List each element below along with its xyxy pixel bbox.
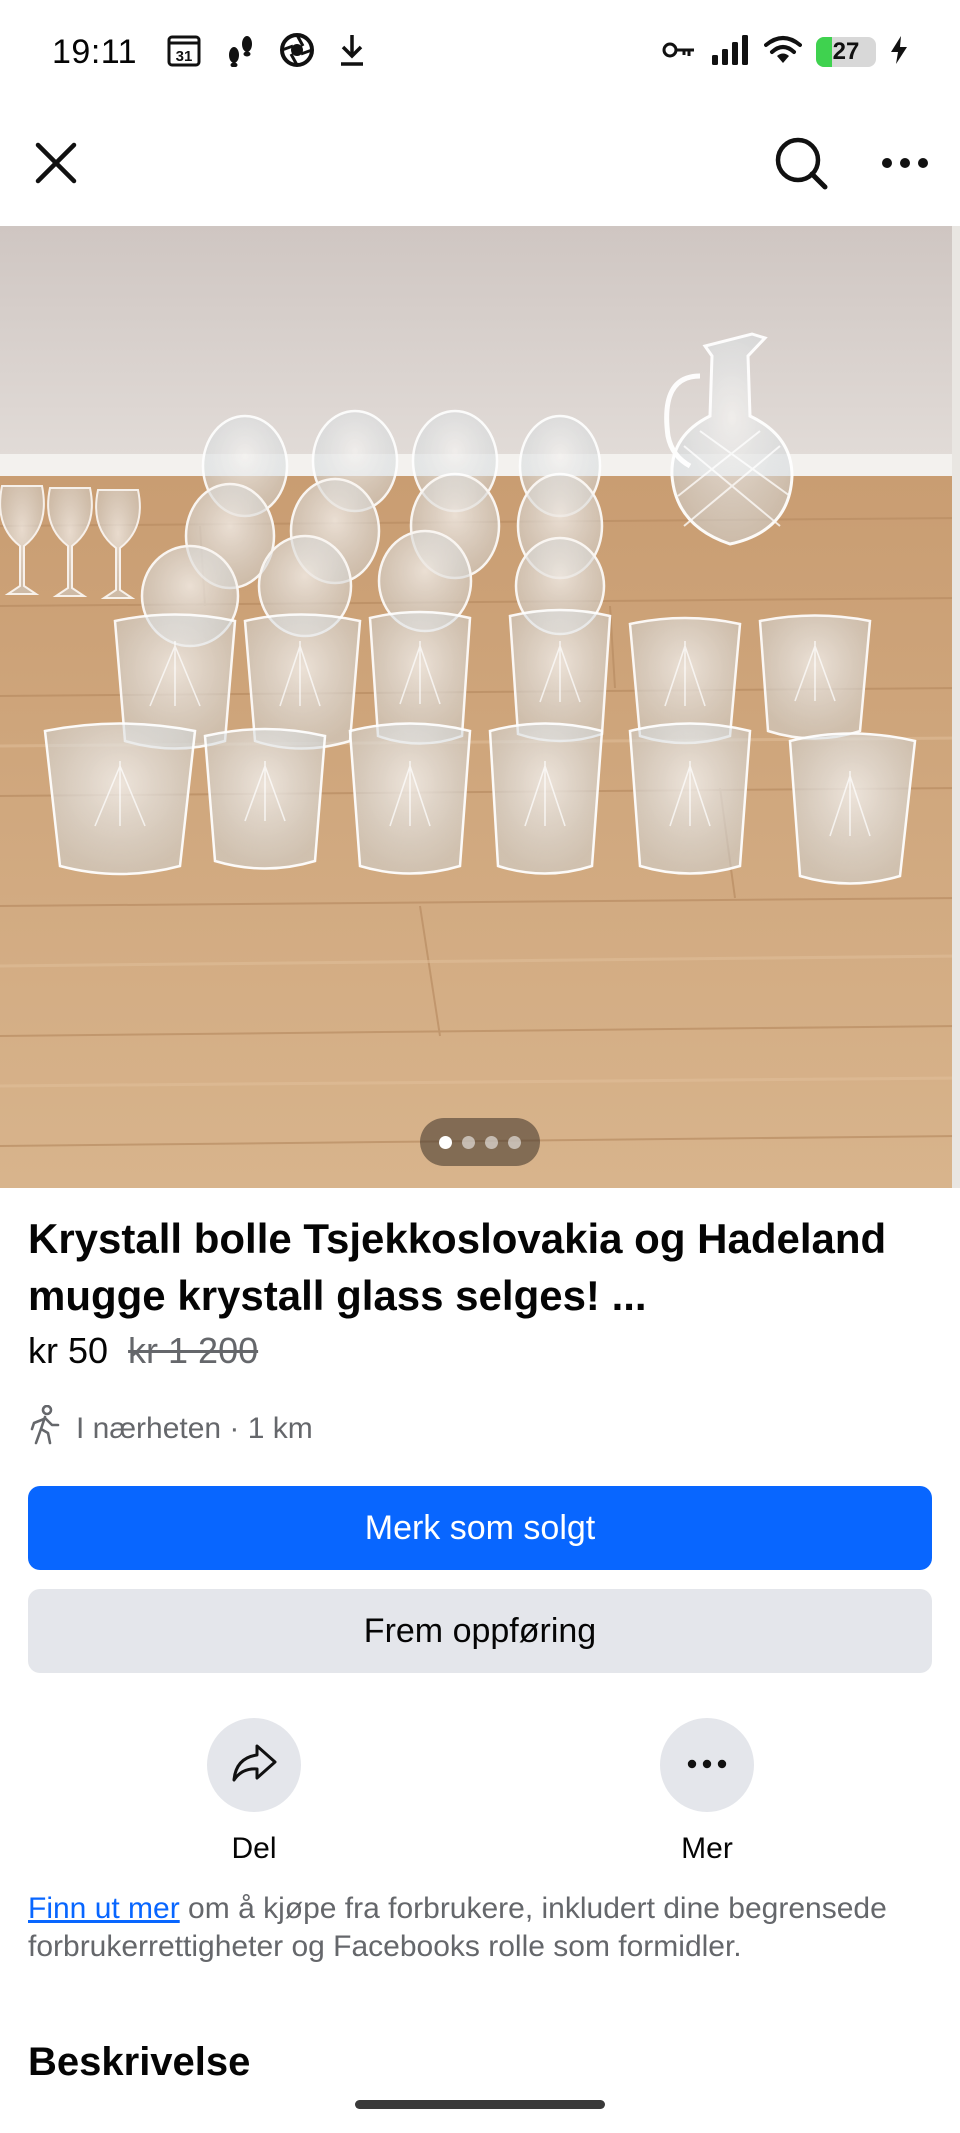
more-options-button[interactable] [865,125,945,205]
app-notification-icon [279,32,315,73]
more-horizontal-icon [881,156,929,174]
listing-photo-illustration [0,226,960,1188]
close-button[interactable] [16,125,96,205]
share-button[interactable] [207,1718,301,1812]
more-button[interactable] [660,1718,754,1812]
listing-title: Krystall bolle Tsjekkoslovakia og Hadela… [28,1215,887,1319]
share-action[interactable]: Del [174,1718,334,1866]
learn-more-link[interactable]: Finn ut mer [28,1892,180,1925]
more-action[interactable]: Mer [627,1718,787,1866]
mark-as-sold-button[interactable]: Merk som solgt [28,1486,932,1570]
battery-level: 27 [832,38,860,65]
carousel-indicator[interactable] [420,1118,540,1166]
listing-original-price: kr 1 200 [128,1330,259,1371]
location-text: I nærheten · 1 km [76,1412,313,1445]
wifi-icon [764,35,802,70]
location-row: I nærheten · 1 km [28,1404,313,1453]
share-icon [230,1743,278,1788]
search-icon [773,135,829,196]
cellular-signal-icon [710,34,750,70]
carousel-dot[interactable] [462,1135,475,1149]
battery-indicator: 27 [816,37,876,67]
charging-bolt-icon [890,35,908,69]
price-row: kr 50 kr 1 200 [28,1330,258,1372]
carousel-dot[interactable] [508,1135,521,1149]
status-left: 19:11 31 [52,32,367,73]
footsteps-icon [223,33,257,72]
status-right: 27 [662,34,908,70]
more-label: Mer [681,1832,733,1865]
listing-price: kr 50 [28,1330,109,1371]
status-time: 19:11 [52,32,138,71]
listing-photo[interactable] [0,226,960,1188]
search-button[interactable] [761,125,841,205]
battery-fill [816,37,833,67]
calendar-day: 31 [176,48,193,65]
description-heading: Beskrivelse [28,2040,251,2084]
key-icon [662,40,696,65]
calendar-icon: 31 [167,33,201,72]
close-icon [34,141,78,190]
home-indicator[interactable] [355,2100,605,2109]
walking-person-icon [28,1404,62,1453]
carousel-dot[interactable] [485,1135,498,1149]
top-app-bar [0,104,960,226]
carousel-dot[interactable] [439,1135,452,1149]
share-label: Del [231,1832,277,1865]
more-horizontal-icon [687,1756,727,1774]
promote-listing-button[interactable]: Frem oppføring [28,1589,932,1673]
consumer-info-text: Finn ut mer om å kjøpe fra forbrukere, i… [28,1890,938,1966]
status-bar: 19:11 31 27 [0,0,960,104]
download-icon [337,33,367,72]
